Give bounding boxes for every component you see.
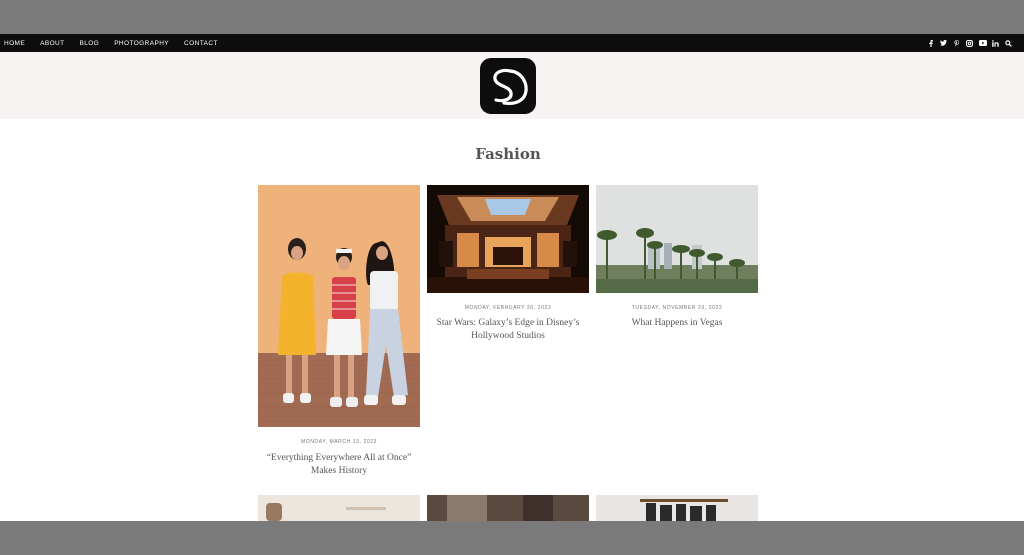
post-image-next-1[interactable] bbox=[258, 495, 420, 521]
nav-link-photography[interactable]: PHOTOGRAPHY bbox=[114, 40, 169, 47]
screen-frame-top bbox=[0, 0, 1024, 34]
post-date: MONDAY, FEBRUARY 20, 2023 bbox=[464, 305, 552, 311]
nav-link-blog[interactable]: BLOG bbox=[80, 40, 100, 47]
post-title-link[interactable]: What Happens in Vegas bbox=[596, 317, 758, 330]
nav-link-about[interactable]: ABOUT bbox=[40, 40, 64, 47]
instagram-icon[interactable] bbox=[963, 34, 976, 52]
post-date: TUESDAY, NOVEMBER 29, 2022 bbox=[631, 305, 723, 311]
sd-monogram-logo[interactable] bbox=[480, 58, 536, 114]
post-title-line: “Everything Everywhere All at Once” bbox=[266, 453, 412, 463]
nav-links: HOME ABOUT BLOG PHOTOGRAPHY CONTACT bbox=[4, 34, 233, 52]
screen-frame-bottom bbox=[0, 521, 1024, 555]
post-image-star-wars[interactable] bbox=[427, 185, 589, 293]
page-title: Fashion bbox=[475, 145, 541, 163]
post-image-next-3[interactable] bbox=[596, 495, 758, 521]
post-title-line: Hollywood Studios bbox=[471, 331, 545, 341]
post-title-line: Star Wars: Galaxy’s Edge in Disney’s bbox=[436, 318, 580, 328]
pinterest-icon[interactable] bbox=[950, 34, 963, 52]
post-image-vegas[interactable] bbox=[596, 185, 758, 293]
youtube-icon[interactable] bbox=[976, 34, 989, 52]
post-image-everything-everywhere[interactable] bbox=[258, 185, 420, 427]
nav-link-home[interactable]: HOME bbox=[4, 40, 25, 47]
site-header bbox=[0, 52, 1024, 119]
linkedin-icon[interactable] bbox=[989, 34, 1002, 52]
twitter-icon[interactable] bbox=[937, 34, 950, 52]
search-icon[interactable] bbox=[1002, 34, 1015, 52]
post-title-line: Makes History bbox=[310, 466, 368, 476]
post-image-next-2[interactable] bbox=[427, 495, 589, 521]
main-content: Fashion MONDAY, MARCH 13, 2023 “Everythi… bbox=[0, 119, 1024, 521]
nav-link-contact[interactable]: CONTACT bbox=[184, 40, 218, 47]
social-icons bbox=[924, 34, 1015, 52]
top-navigation-bar: HOME ABOUT BLOG PHOTOGRAPHY CONTACT bbox=[0, 34, 1024, 52]
post-title-link[interactable]: “Everything Everywhere All at Once” Make… bbox=[258, 452, 420, 478]
post-title-link[interactable]: Star Wars: Galaxy’s Edge in Disney’s Hol… bbox=[427, 317, 589, 343]
facebook-icon[interactable] bbox=[924, 34, 937, 52]
post-date: MONDAY, MARCH 13, 2023 bbox=[300, 439, 378, 445]
post-title-line: What Happens in Vegas bbox=[631, 318, 723, 328]
